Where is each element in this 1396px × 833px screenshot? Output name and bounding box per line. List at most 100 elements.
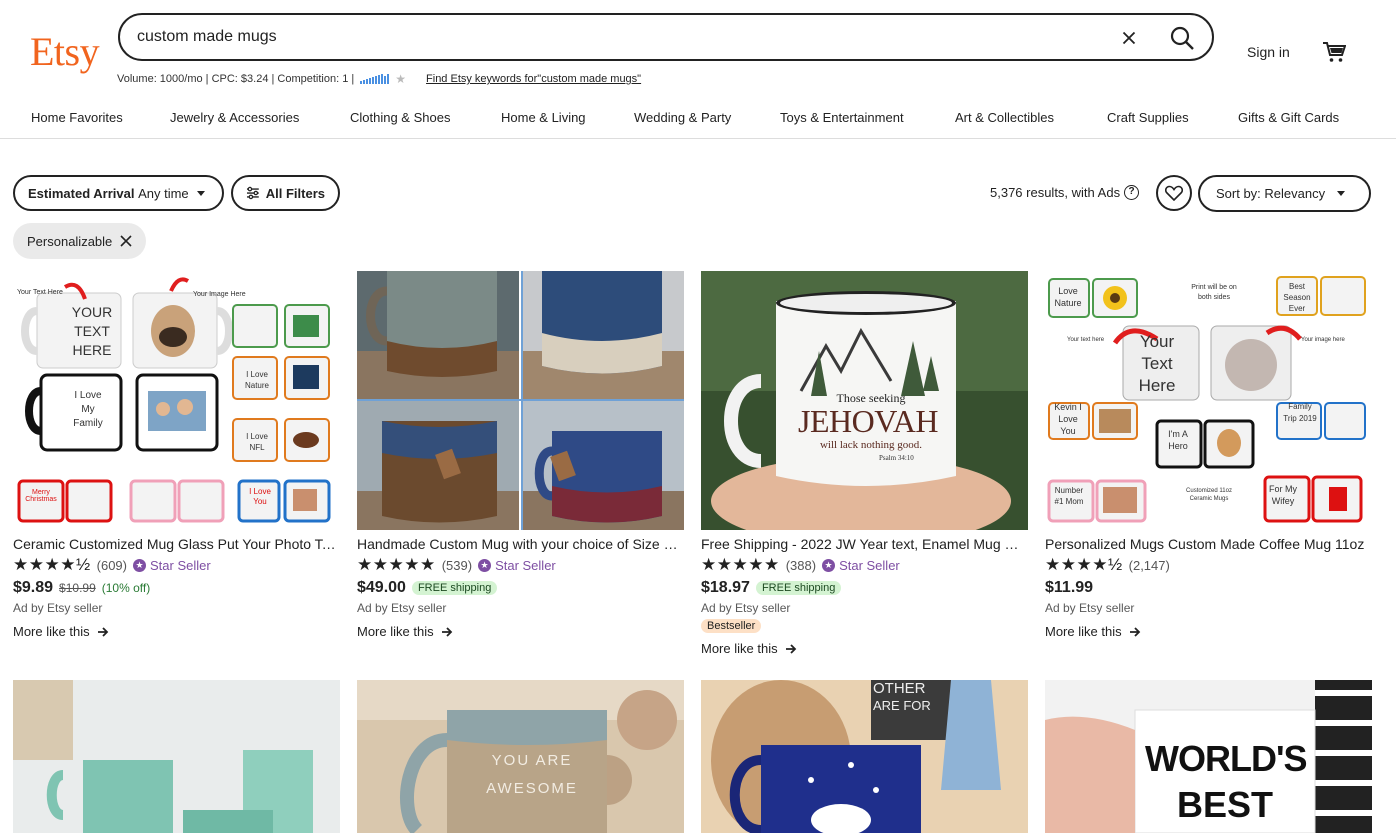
rating-stars: ★★★★½ (13, 555, 91, 574)
etsy-logo[interactable]: Etsy (30, 28, 100, 75)
rating-stars: ★★★★½ (1045, 555, 1123, 574)
clear-icon[interactable] (1118, 27, 1140, 49)
listing-card[interactable]: Print will be on both sides Your text he… (1045, 271, 1372, 639)
green-mugs-image (13, 680, 340, 833)
original-price: $10.99 (59, 581, 96, 595)
price-row: $18.97 FREE shipping (701, 578, 1028, 598)
image-text: Print will be on both sides (1191, 284, 1237, 301)
cart-icon[interactable] (1322, 40, 1346, 64)
ad-label: Ad by Etsy seller (13, 601, 103, 615)
listing-image[interactable]: OTHER ARE FOR (701, 680, 1028, 833)
listing-image[interactable]: YOU ARE AWESOME (357, 680, 684, 833)
more-like-this-link[interactable]: More like this (701, 641, 1028, 656)
category-wedding[interactable]: Wedding & Party (634, 110, 731, 125)
listing-image[interactable]: WORLD'S BEST (1045, 680, 1372, 833)
price-row: $11.99 (1045, 578, 1372, 598)
listing-image[interactable]: Those seeking JEHOVAH will lack nothing … (701, 271, 1028, 530)
image-text: I Love My Family (73, 390, 103, 429)
caret-down-icon (1337, 191, 1346, 196)
image-text: I'm A Hero (1168, 429, 1188, 451)
rating: ★★★★½ (2,147) (1045, 555, 1372, 574)
category-art[interactable]: Art & Collectibles (955, 110, 1054, 125)
listing-image[interactable]: Your Text Here Your Image Here YOUR TEXT… (13, 271, 340, 530)
star-seller-badge: ★ Star Seller (133, 558, 211, 573)
listing-title[interactable]: Ceramic Customized Mug Glass Put Your Ph… (13, 536, 340, 554)
image-text: Best Season Ever (1283, 282, 1311, 313)
search-bar[interactable]: custom made mugs (118, 13, 1214, 61)
review-count: (388) (785, 557, 817, 573)
star-seller-badge: ★ Star Seller (822, 558, 900, 573)
image-text: Customized 11oz Ceramic Mugs (1186, 488, 1232, 502)
bestseller-badge: Bestseller (701, 619, 762, 633)
star-icon[interactable]: ★ (395, 72, 406, 86)
image-text: will lack nothing good. (819, 439, 923, 451)
search-icon[interactable] (1168, 24, 1196, 52)
rating: ★★★★½ (609) ★ Star Seller (13, 555, 340, 574)
listing-card[interactable]: Your Text Here Your Image Here YOUR TEXT… (13, 271, 340, 639)
estimated-arrival-filter[interactable]: Estimated Arrival Any time (13, 175, 224, 211)
star-seller-badge: ★ Star Seller (478, 558, 556, 573)
category-jewelry[interactable]: Jewelry & Accessories (170, 110, 299, 125)
listing-image[interactable] (357, 271, 684, 530)
search-input[interactable]: custom made mugs (137, 28, 277, 46)
more-like-this-link[interactable]: More like this (13, 624, 340, 639)
review-count: (609) (96, 557, 127, 573)
listing-title[interactable]: Free Shipping - 2022 JW Year text, Ename… (701, 536, 1028, 554)
close-icon[interactable] (120, 235, 132, 247)
category-nav: Home Favorites Jewelry & Accessories Clo… (0, 107, 1396, 139)
listing-card[interactable]: Handmade Custom Mug with your choice of … (357, 271, 684, 639)
sort-dropdown[interactable]: Sort by: Relevancy (1198, 175, 1371, 212)
image-text: WORLD'S (1145, 738, 1308, 779)
listing-title[interactable]: Handmade Custom Mug with your choice of … (357, 536, 684, 554)
sort-value: Relevancy (1264, 186, 1326, 201)
help-icon[interactable]: ? (1124, 185, 1140, 200)
category-gifts[interactable]: Gifts & Gift Cards (1238, 110, 1339, 125)
category-home-living[interactable]: Home & Living (501, 110, 586, 125)
more-like-this-link[interactable]: More like this (1045, 624, 1372, 639)
star-seller-icon: ★ (133, 558, 146, 572)
sign-in-link[interactable]: Sign in (1247, 44, 1290, 60)
price-row: $49.00 FREE shipping (357, 578, 684, 598)
favorite-search-button[interactable] (1156, 175, 1192, 211)
discount: (10% off) (101, 581, 151, 595)
arrow-right-icon (785, 643, 796, 654)
category-clothing[interactable]: Clothing & Shoes (350, 110, 450, 125)
listing-image[interactable] (13, 680, 340, 833)
star-seller-label: Star Seller (839, 557, 900, 573)
price-row: $9.89 $10.99 (10% off) (13, 578, 340, 598)
image-text: I Love Nature (244, 370, 269, 390)
arrival-value: Any time (138, 185, 189, 201)
listing-image[interactable]: Print will be on both sides Your text he… (1045, 271, 1372, 530)
image-text: I Love NFL (246, 432, 268, 452)
keyword-stats-text: Volume: 1000/mo | CPC: $3.24 | Competiti… (117, 73, 355, 85)
more-like-this-label: More like this (1045, 624, 1122, 639)
listing-title[interactable]: Personalized Mugs Custom Made Coffee Mug… (1045, 536, 1372, 554)
price: $18.97 (701, 579, 750, 596)
image-text: YOUR TEXT HERE (71, 304, 113, 358)
rating: ★★★★★ (539) ★ Star Seller (357, 555, 684, 574)
sort-label: Sort by: (1216, 186, 1261, 201)
arrival-label: Estimated Arrival (28, 185, 135, 201)
free-shipping-badge: FREE shipping (755, 581, 842, 595)
image-text: ARE FOR (873, 698, 931, 713)
listing-card[interactable]: Those seeking JEHOVAH will lack nothing … (701, 271, 1028, 656)
image-text: BEST (1176, 784, 1273, 825)
rating-stars: ★★★★★ (357, 555, 436, 574)
category-craft[interactable]: Craft Supplies (1107, 110, 1189, 125)
category-toys[interactable]: Toys & Entertainment (780, 110, 904, 125)
find-keywords-link[interactable]: Find Etsy keywords for"custom made mugs" (426, 73, 641, 85)
image-text: Your image here (1301, 337, 1345, 343)
all-filters-button[interactable]: All Filters (231, 175, 340, 211)
personalizable-chip[interactable]: Personalizable (13, 223, 147, 259)
image-text: JEHOVAH (798, 403, 938, 439)
more-like-this-label: More like this (701, 641, 778, 656)
more-like-this-link[interactable]: More like this (357, 624, 684, 639)
heart-icon (1165, 185, 1183, 201)
blue-turtle-mug-image (701, 680, 1028, 833)
ad-label: Ad by Etsy seller (701, 601, 791, 615)
results-count: 5,376 results, with Ads ? (990, 185, 1140, 200)
category-home-favorites[interactable]: Home Favorites (31, 110, 123, 125)
image-text: For My Wifey (1269, 484, 1297, 506)
volume-bars-icon (360, 74, 390, 84)
free-shipping-badge: FREE shipping (411, 581, 498, 595)
